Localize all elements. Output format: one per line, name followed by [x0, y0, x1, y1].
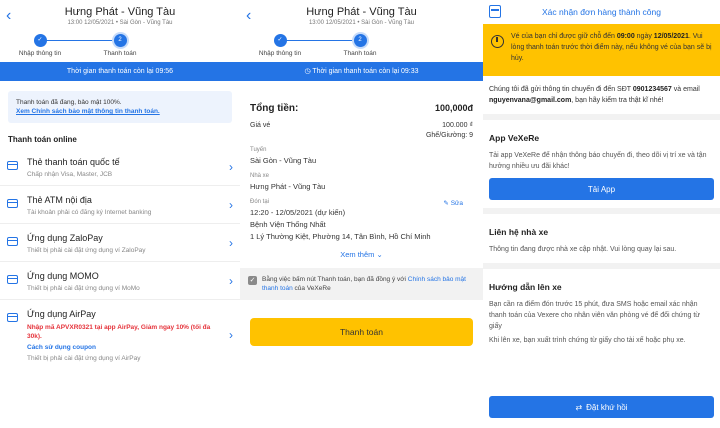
- payment-international-card[interactable]: Thẻ thanh toán quốc tế Chấp nhận Visa, M…: [0, 148, 240, 186]
- fare-row: Giá vé 100.000 ₫: [250, 122, 473, 129]
- show-more-link[interactable]: Xem thêm ⌄: [250, 250, 473, 259]
- confirm-title: Xác nhận đơn hàng thành công: [541, 7, 661, 17]
- total-value: 100,000đ: [434, 103, 473, 113]
- payment-momo[interactable]: Ứng dụng MOMO Thiết bị phải cài đặt ứng …: [0, 262, 240, 300]
- checkout-header: ‹ Hưng Phát - Vũng Tàu 13:00 12/05/2021 …: [0, 0, 240, 62]
- timer-icon: [491, 35, 504, 48]
- promo-text: Nhập mã APVXR0321 tại app AirPay, Giảm n…: [27, 324, 211, 340]
- pickup-address: 1 Lý Thường Kiệt, Phường 14, Tân Bình, H…: [250, 232, 431, 241]
- section-title: Thanh toán online: [8, 135, 77, 144]
- route-title: Hưng Phát - Vũng Tàu: [306, 6, 417, 18]
- hold-warning: Vé của bạn chỉ được giữ chỗ đến 09:00 ng…: [483, 24, 720, 76]
- chevron-right-icon: ›: [229, 273, 233, 288]
- step-payment: 2 Thanh toán: [90, 34, 150, 57]
- boarding-guide-section: Hướng dẫn lên xe Bạn cần ra điểm đón trư…: [489, 282, 700, 344]
- pickup-time: 12:20 - 12/05/2021 (dự kiến): [250, 208, 346, 217]
- payment-airpay[interactable]: Ứng dụng AirPay Nhập mã APVXR0321 tại ap…: [0, 300, 240, 369]
- back-arrow-icon[interactable]: ‹: [6, 8, 11, 24]
- check-icon: ✓: [273, 34, 287, 47]
- security-notice: Thanh toán đã đang, bảo mật 100%. Xem Ch…: [8, 91, 232, 123]
- wallet-icon: [7, 275, 18, 284]
- step-enter-info: ✓ Nhập thông tin: [10, 34, 70, 57]
- order-summary-screen: ‹ Hưng Phát - Vũng Tàu 13:00 12/05/2021 …: [240, 0, 483, 428]
- wallet-icon: [7, 313, 18, 322]
- order-confirmed-screen: Xác nhận đơn hàng thành công Vé của bạn …: [483, 0, 720, 428]
- payment-zalopay[interactable]: Ứng dụng ZaloPay Thiết bị phải cài đặt ứ…: [0, 224, 240, 262]
- chevron-down-icon: ⌄: [376, 250, 383, 259]
- app-section: App VeXeRe Tải app VeXeRe để nhận thông …: [483, 120, 720, 200]
- payment-timer: ◷ Thời gian thanh toán còn lại 09:33: [240, 62, 483, 81]
- total-row: Tổng tiền: 100,000đ: [250, 103, 473, 114]
- step-enter-info: ✓ Nhập thông tin: [250, 34, 310, 57]
- progress-steps: ✓ Nhập thông tin 2 Thanh toán: [0, 34, 240, 60]
- back-arrow-icon[interactable]: ‹: [246, 8, 251, 24]
- route-value: Sài Gòn - Vũng Tàu: [250, 156, 317, 165]
- atm-card-icon: [7, 199, 18, 208]
- operator-value: Hưng Phát - Vũng Tàu: [250, 182, 326, 191]
- step-payment: 2 Thanh toán: [330, 34, 390, 57]
- credit-card-icon: [7, 161, 18, 170]
- security-policy-link[interactable]: Xem Chính sách bảo mật thông tin thanh t…: [16, 107, 224, 116]
- payment-atm-card[interactable]: Thẻ ATM nội địa Tài khoản phải có đăng k…: [0, 186, 240, 224]
- chevron-right-icon: ›: [229, 327, 233, 342]
- route-subtitle: 13:00 12/05/2021 • Sài Gòn - Vũng Tàu: [308, 20, 415, 26]
- edit-pickup-link[interactable]: ✎ Sửa: [443, 199, 463, 207]
- route-title: Hưng Phát - Vũng Tàu: [64, 6, 176, 18]
- payment-timer: Thời gian thanh toán còn lại 09:56: [0, 62, 240, 81]
- bus-icon: [489, 5, 501, 18]
- confirm-header: Xác nhận đơn hàng thành công: [483, 0, 720, 24]
- check-icon: ✓: [33, 34, 47, 47]
- chevron-right-icon: ›: [229, 235, 233, 250]
- contact-section: Liên hệ nhà xe Thông tin đang được nhà x…: [489, 227, 677, 253]
- chevron-right-icon: ›: [229, 159, 233, 174]
- book-return-button[interactable]: ⇄ Đặt khứ hồi: [489, 396, 714, 418]
- pay-button[interactable]: Thanh toán: [250, 318, 473, 346]
- checkout-header: ‹ Hưng Phát - Vũng Tàu 13:00 12/05/2021 …: [240, 0, 483, 62]
- terms-agreement: ✓ Bằng việc bấm nút Thanh toán, bạn đã đ…: [240, 268, 483, 300]
- wallet-icon: [7, 237, 18, 246]
- progress-steps: ✓ Nhập thông tin 2 Thanh toán: [240, 34, 483, 60]
- order-summary: Tổng tiền: 100,000đ Giá vé 100.000 ₫ Ghế…: [250, 103, 473, 259]
- sent-info: Chúng tôi đã gửi thông tin chuyến đi đến…: [489, 86, 700, 104]
- route-subtitle: 13:00 12/05/2021 • Sài Gòn - Vũng Tàu: [67, 20, 173, 26]
- swap-icon: ⇄: [575, 402, 583, 412]
- payment-methods-screen: ‹ Hưng Phát - Vũng Tàu 13:00 12/05/2021 …: [0, 0, 240, 428]
- chevron-right-icon: ›: [229, 197, 233, 212]
- pickup-place: Bệnh Viện Thống Nhất: [250, 220, 326, 229]
- coupon-guide-link[interactable]: Cách sử dụng coupon: [27, 344, 220, 351]
- download-app-button[interactable]: Tải App: [489, 178, 714, 200]
- seat-row: Ghế/Giường: 9: [425, 132, 473, 139]
- agree-checkbox[interactable]: ✓: [248, 276, 257, 285]
